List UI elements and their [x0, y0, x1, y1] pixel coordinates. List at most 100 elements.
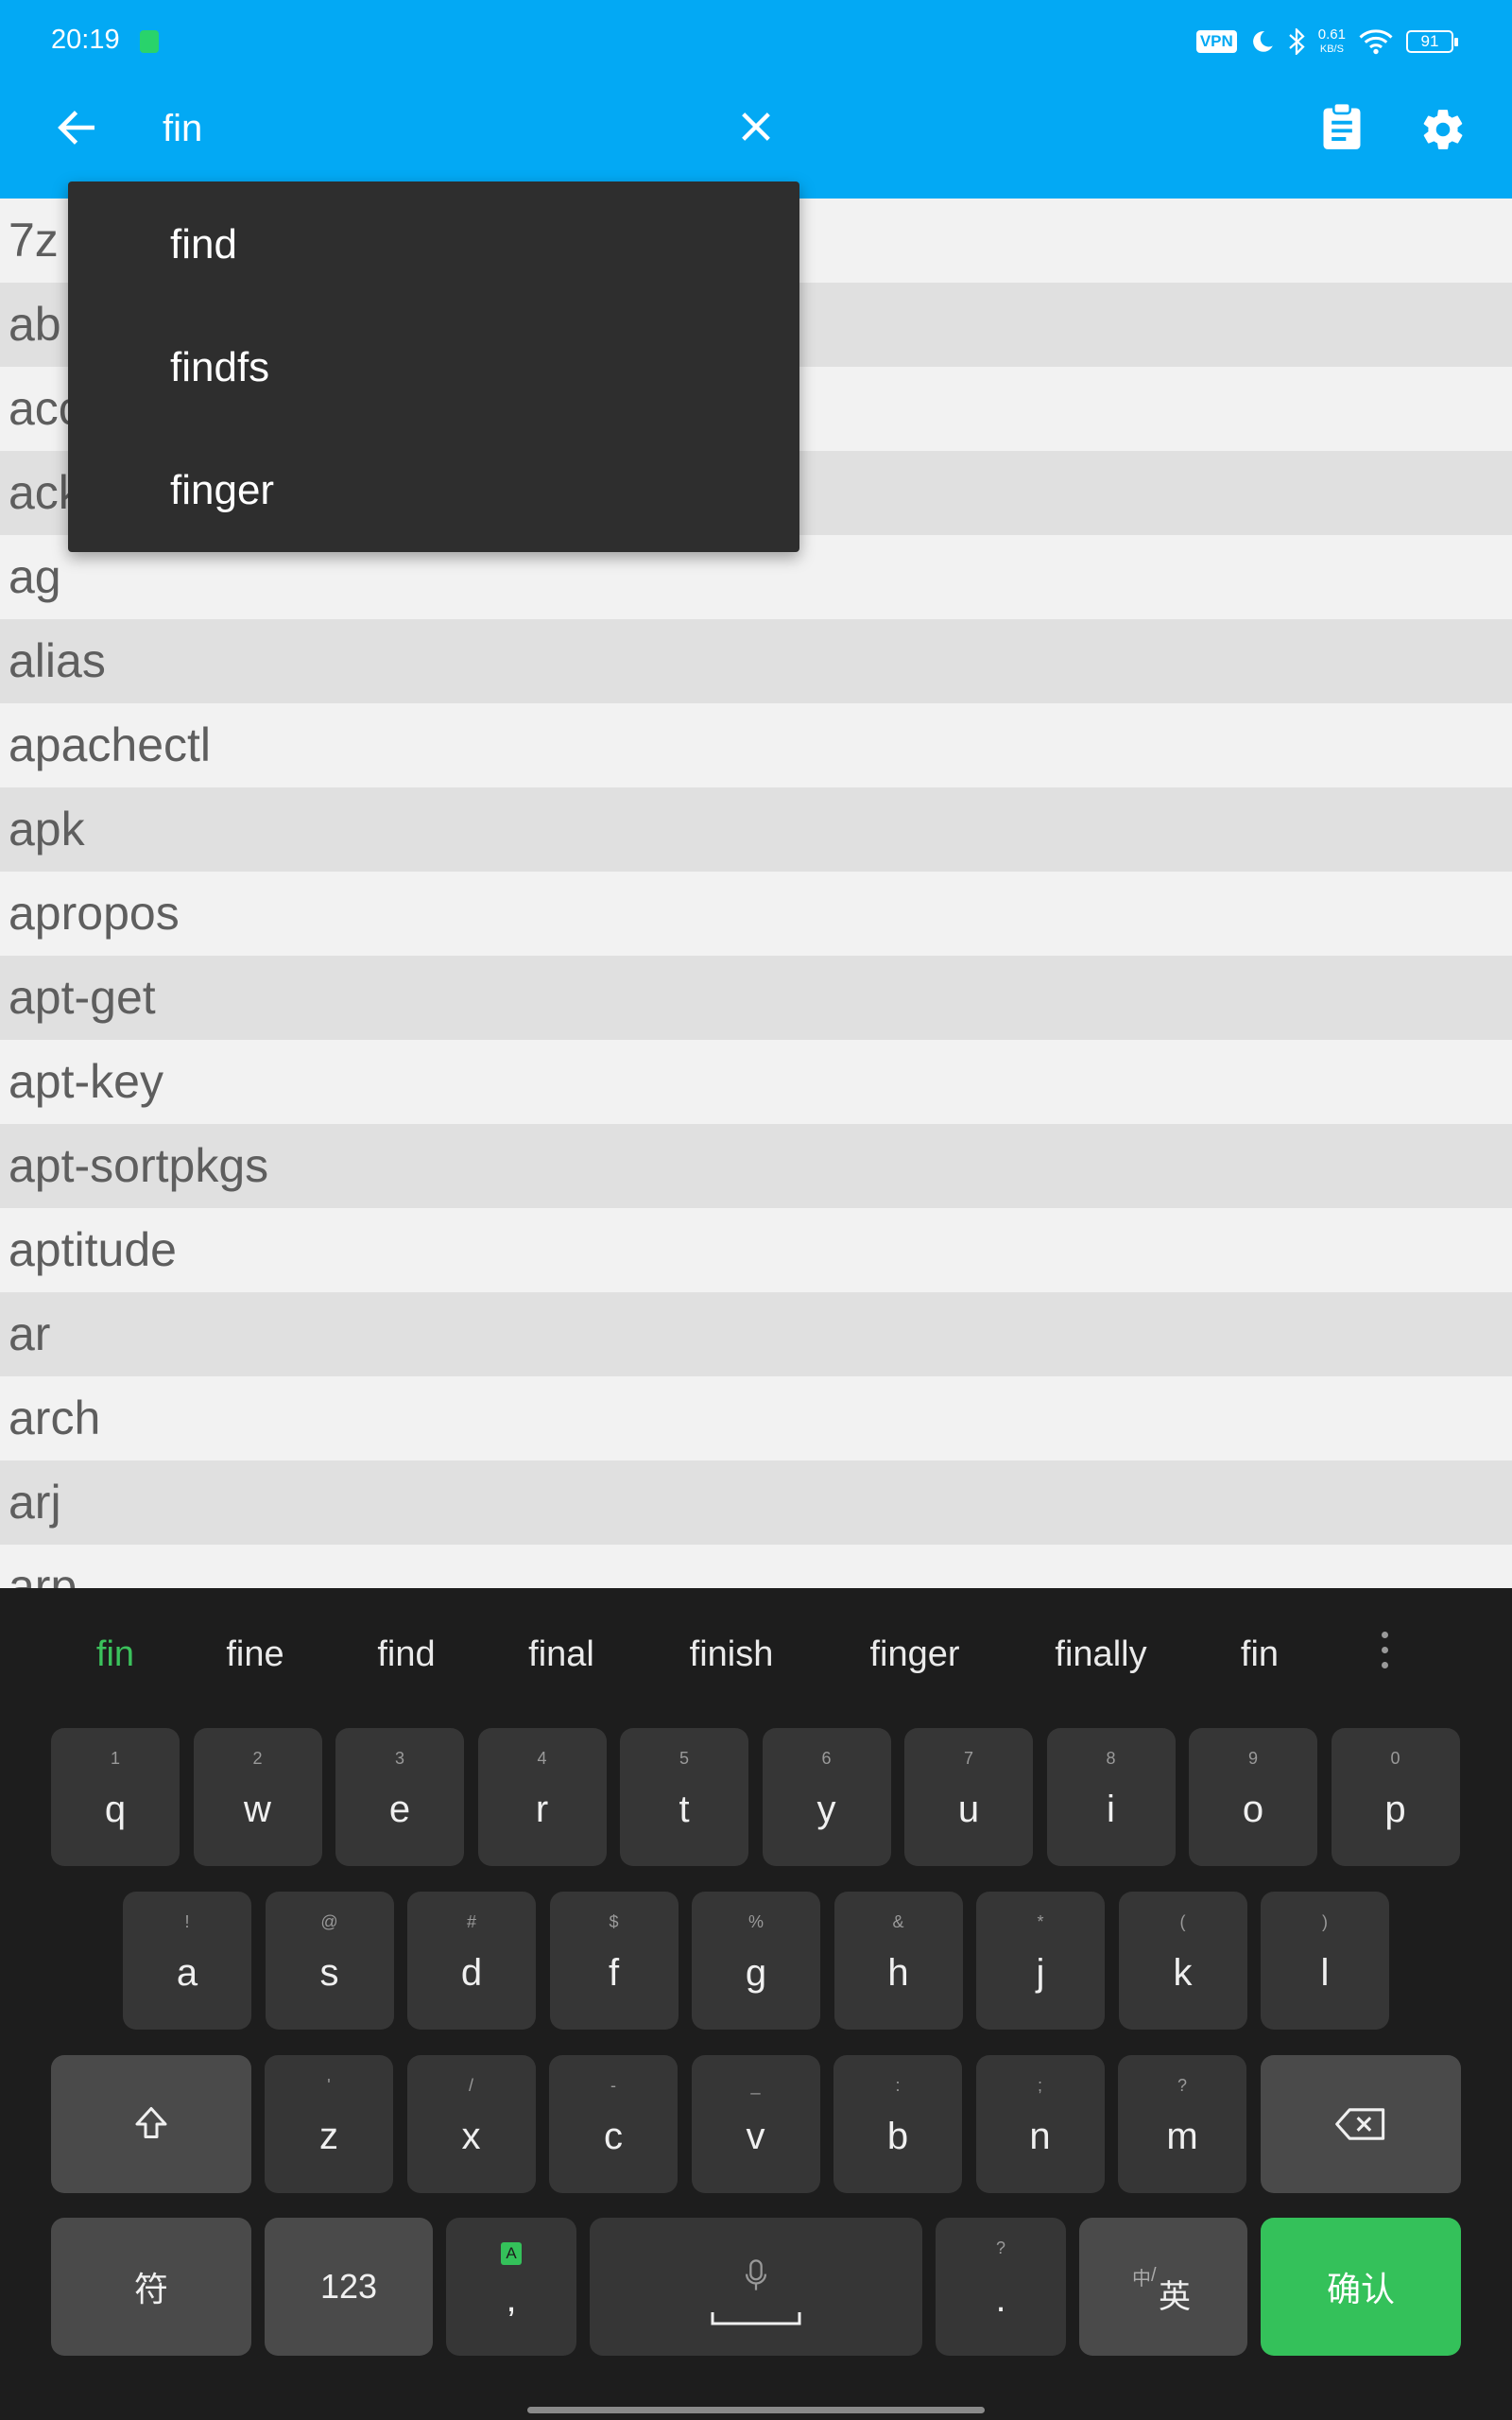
- list-item[interactable]: alias: [0, 619, 1512, 703]
- key-hint: /: [468, 2076, 473, 2095]
- language-switch-key[interactable]: 中 / 英: [1079, 2218, 1247, 2356]
- key-hint: 5: [679, 1749, 689, 1768]
- key-d[interactable]: # d: [407, 1892, 536, 2030]
- key-m[interactable]: ? m: [1118, 2055, 1246, 2193]
- key-x[interactable]: / x: [406, 2055, 536, 2193]
- home-indicator[interactable]: [527, 2407, 985, 2413]
- list-item[interactable]: arj: [0, 1461, 1512, 1545]
- list-item[interactable]: ar: [0, 1292, 1512, 1376]
- key-label: n: [1029, 2116, 1051, 2157]
- list-item[interactable]: arch: [0, 1376, 1512, 1461]
- key-label: x: [461, 2116, 481, 2157]
- network-speed: 0.61 KB/S: [1318, 27, 1346, 56]
- comma-key-label: ,: [506, 2278, 517, 2320]
- key-s[interactable]: @ s: [265, 1892, 394, 2030]
- clear-search-icon[interactable]: [737, 108, 775, 146]
- period-key[interactable]: ? .: [936, 2218, 1066, 2356]
- candidate-word[interactable]: find: [377, 1588, 435, 1720]
- key-w[interactable]: 2w: [193, 1728, 322, 1866]
- key-n[interactable]: ; n: [975, 2055, 1105, 2193]
- key-p[interactable]: 0p: [1331, 1728, 1460, 1866]
- space-key[interactable]: [590, 2218, 922, 2356]
- suggestion-item[interactable]: find: [68, 183, 799, 306]
- candidate-word[interactable]: final: [528, 1588, 594, 1720]
- soft-keyboard: fin fine find final finish finger finall…: [0, 1588, 1512, 2420]
- key-f[interactable]: $ f: [549, 1892, 679, 2030]
- list-item[interactable]: apt-sortpkgs: [0, 1124, 1512, 1208]
- key-q[interactable]: 1q: [51, 1728, 180, 1866]
- key-u[interactable]: 7u: [904, 1728, 1033, 1866]
- key-hint: (: [1179, 1912, 1186, 1931]
- list-item[interactable]: apachectl: [0, 703, 1512, 787]
- key-label: g: [745, 1952, 767, 1994]
- candidate-word[interactable]: fin: [1241, 1588, 1279, 1720]
- key-e[interactable]: 3e: [335, 1728, 464, 1866]
- key-hint: 6: [821, 1749, 832, 1768]
- backspace-key[interactable]: [1261, 2055, 1461, 2193]
- period-key-label: .: [995, 2278, 1006, 2320]
- key-j[interactable]: * j: [976, 1892, 1105, 2030]
- list-item[interactable]: apk: [0, 787, 1512, 872]
- key-k[interactable]: (k: [1118, 1892, 1247, 2030]
- candidate-word[interactable]: finally: [1055, 1588, 1146, 1720]
- status-icons: VPN 0.61 KB/S 91: [1195, 25, 1458, 59]
- key-t[interactable]: 5t: [620, 1728, 748, 1866]
- candidate-word[interactable]: fine: [226, 1588, 284, 1720]
- candidate-word[interactable]: fin: [96, 1588, 134, 1720]
- back-arrow-icon[interactable]: [53, 104, 100, 151]
- key-label: p: [1384, 1789, 1406, 1830]
- more-candidates-icon[interactable]: [1378, 1632, 1391, 1677]
- list-item[interactable]: aptitude: [0, 1208, 1512, 1292]
- key-c[interactable]: -c: [549, 2055, 678, 2193]
- suggestion-item[interactable]: findfs: [68, 306, 799, 429]
- comma-key[interactable]: A ,: [446, 2218, 576, 2356]
- candidate-word[interactable]: finger: [869, 1588, 959, 1720]
- shift-key[interactable]: [51, 2055, 251, 2193]
- key-a[interactable]: ! a: [123, 1892, 251, 2030]
- status-time: 20:19: [51, 25, 120, 55]
- confirm-key-label: 确认: [1326, 2270, 1395, 2308]
- key-v[interactable]: _ v: [691, 2055, 820, 2193]
- key-y[interactable]: 6y: [762, 1728, 891, 1866]
- key-h[interactable]: & h: [833, 1892, 963, 2030]
- numbers-key-label: 123: [319, 2267, 378, 2306]
- key-hint: 7: [963, 1749, 973, 1768]
- key-label: k: [1173, 1952, 1193, 1994]
- key-l[interactable]: ) l: [1261, 1892, 1389, 2030]
- notification-app-icon: [140, 30, 159, 53]
- key-hint: ): [1322, 1912, 1328, 1931]
- key-r[interactable]: 4r: [477, 1728, 607, 1866]
- list-item[interactable]: apropos: [0, 872, 1512, 956]
- shift-arrow-icon: [135, 2107, 167, 2138]
- key-i[interactable]: 8i: [1046, 1728, 1176, 1866]
- key-b[interactable]: :b: [833, 2055, 962, 2193]
- numbers-key[interactable]: 123: [265, 2218, 433, 2356]
- key-o[interactable]: 9o: [1189, 1728, 1317, 1866]
- key-hint: 0: [1390, 1749, 1400, 1768]
- candidate-bar: fin fine find final finish finger finall…: [0, 1588, 1512, 1720]
- letter-a-badge-icon: A: [501, 2242, 522, 2265]
- language-en-label: 英: [1159, 2279, 1191, 2315]
- key-hint: 8: [1106, 1749, 1116, 1768]
- suggestion-item[interactable]: finger: [68, 429, 799, 552]
- key-g[interactable]: % g: [692, 1892, 820, 2030]
- symbols-key-label: 符: [133, 2270, 168, 2308]
- key-hint: 1: [110, 1749, 120, 1768]
- symbols-key[interactable]: 符: [51, 2218, 251, 2356]
- confirm-key[interactable]: 确认: [1261, 2218, 1461, 2356]
- list-item[interactable]: apt-key: [0, 1040, 1512, 1124]
- list-item[interactable]: arp: [0, 1545, 1512, 1588]
- key-label: d: [460, 1952, 483, 1994]
- settings-gear-icon[interactable]: [1419, 106, 1467, 153]
- language-slash: /: [1151, 2265, 1157, 2286]
- list-item[interactable]: apt-get: [0, 956, 1512, 1040]
- search-input[interactable]: [163, 95, 692, 163]
- bluetooth-icon: [1289, 28, 1305, 55]
- key-hint: 2: [252, 1749, 263, 1768]
- key-hint: 4: [537, 1749, 547, 1768]
- key-hint: @: [320, 1912, 338, 1931]
- clipboard-icon[interactable]: [1321, 102, 1363, 151]
- key-label: h: [887, 1952, 909, 1994]
- candidate-word[interactable]: finish: [690, 1588, 774, 1720]
- key-z[interactable]: ' z: [265, 2055, 393, 2193]
